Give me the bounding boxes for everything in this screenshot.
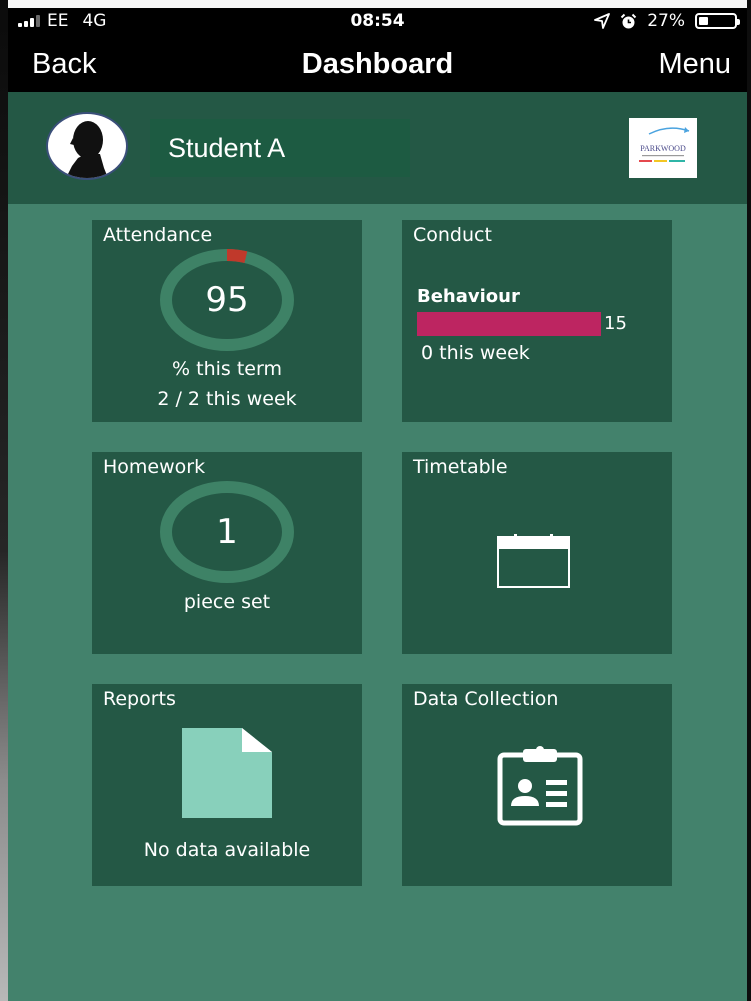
status-right: 27% bbox=[594, 11, 740, 31]
reports-empty-label: No data available bbox=[143, 839, 311, 861]
school-logo-text: PARKWOOD bbox=[640, 144, 686, 153]
attendance-week-label: 2 / 2 this week bbox=[157, 388, 297, 410]
conduct-tile[interactable]: Conduct Behaviour 15 0 this week bbox=[402, 220, 672, 422]
behaviour-bar bbox=[417, 312, 601, 336]
document-icon bbox=[182, 728, 272, 818]
attendance-percent-value: 95 bbox=[205, 280, 249, 320]
data-collection-title: Data Collection bbox=[413, 688, 559, 710]
battery-percent: 27% bbox=[647, 11, 685, 31]
student-name[interactable]: Student A bbox=[150, 119, 410, 177]
location-arrow-icon bbox=[594, 13, 611, 29]
student-avatar[interactable] bbox=[46, 112, 128, 180]
student-header: Student A PARKWOOD bbox=[8, 92, 747, 204]
screen-top-edge bbox=[0, 0, 751, 8]
battery-fill bbox=[699, 17, 708, 25]
screen-right-edge bbox=[747, 0, 751, 1001]
page-title: Dashboard bbox=[301, 48, 454, 80]
battery-icon bbox=[695, 13, 740, 29]
status-bar: EE 4G 08:54 27% bbox=[8, 8, 747, 36]
behaviour-label: Behaviour bbox=[417, 286, 520, 307]
reports-tile[interactable]: Reports No data available bbox=[92, 684, 362, 886]
timetable-title: Timetable bbox=[413, 456, 508, 478]
navigation-bar: Back Dashboard Menu bbox=[8, 36, 747, 92]
phone-screen: EE 4G 08:54 27% Back Dashboard Menu Stud… bbox=[8, 8, 747, 1001]
school-logo: PARKWOOD bbox=[629, 118, 697, 178]
data-collection-tile[interactable]: Data Collection bbox=[402, 684, 672, 886]
homework-label: piece set bbox=[183, 591, 271, 613]
menu-button[interactable]: Menu bbox=[658, 48, 731, 81]
homework-title: Homework bbox=[103, 456, 206, 478]
conduct-title: Conduct bbox=[413, 224, 492, 246]
attendance-tile[interactable]: Attendance 95 % this term 2 / 2 this wee… bbox=[92, 220, 362, 422]
homework-count-value: 1 bbox=[216, 512, 238, 552]
person-silhouette-icon bbox=[66, 121, 108, 178]
screen-left-edge bbox=[0, 0, 8, 1001]
conduct-week-label: 0 this week bbox=[421, 342, 530, 364]
clipboard-icon bbox=[497, 746, 583, 826]
back-button[interactable]: Back bbox=[32, 48, 96, 81]
timetable-tile[interactable]: Timetable bbox=[402, 452, 672, 654]
behaviour-count: 15 bbox=[604, 313, 627, 334]
reports-title: Reports bbox=[103, 688, 176, 710]
alarm-clock-icon bbox=[620, 13, 637, 28]
calendar-icon bbox=[497, 534, 570, 588]
homework-tile[interactable]: Homework 1 piece set bbox=[92, 452, 362, 654]
attendance-term-label: % this term bbox=[172, 358, 282, 380]
attendance-title: Attendance bbox=[103, 224, 213, 246]
